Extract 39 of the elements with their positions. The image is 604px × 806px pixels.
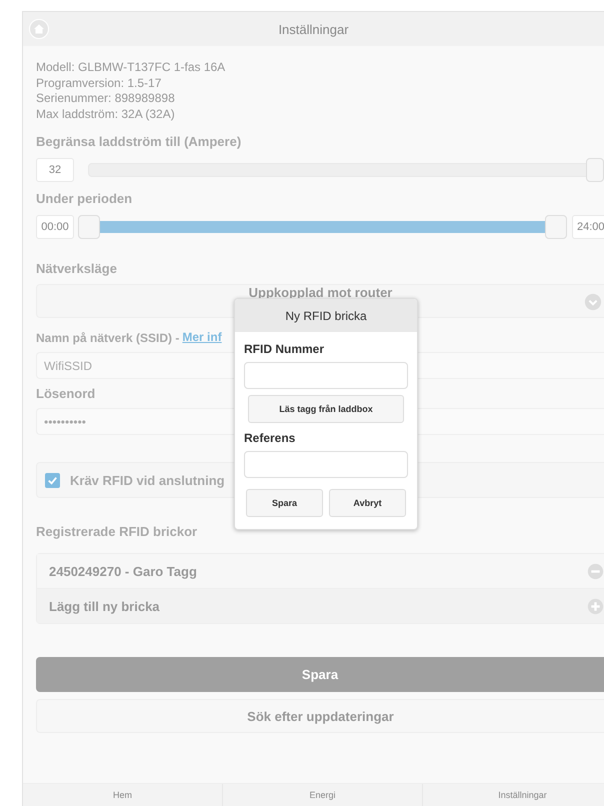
device-info-line: Programversion: 1.5-17 [36, 76, 162, 91]
field-label: Namn på nätverk (SSID) - [36, 330, 180, 346]
home-icon[interactable] [29, 19, 49, 39]
update-button[interactable]: Sök efter uppdateringar [36, 699, 604, 733]
field-label: Lösenord [36, 386, 96, 402]
slider-thumb[interactable] [545, 215, 567, 239]
slider-thumb[interactable] [78, 215, 100, 239]
start-time-input[interactable]: 00:00 [36, 215, 74, 239]
list-item-text: Lägg till ny bricka [49, 598, 160, 614]
end-time-input[interactable]: 24:00 [572, 215, 604, 239]
amp-input[interactable]: 32 [36, 158, 74, 182]
page-title: Inställningar [278, 22, 349, 36]
section-label: Registrerade RFID brickor [36, 524, 198, 540]
plus-icon[interactable] [587, 598, 604, 614]
checkbox-label: Kräv RFID vid anslutning [70, 472, 225, 488]
checkbox[interactable] [45, 472, 60, 488]
device-info-line: Serienummer: 898989898 [36, 91, 176, 106]
device-info-line: Modell: GLBMW-T137FC 1-fas 16A [36, 60, 226, 76]
footer-tab[interactable]: Energi [223, 784, 423, 806]
minus-icon[interactable] [587, 562, 604, 580]
list-item[interactable]: Lägg till ny bricka [37, 588, 604, 623]
field-label: Under perioden [36, 191, 132, 207]
save-button[interactable]: Spara [246, 489, 323, 517]
device-info-line: Max laddström: 32A (32A) [36, 106, 176, 122]
field-label: Nätverksläge [36, 261, 117, 277]
footer-tab[interactable]: Inställningar [423, 784, 604, 806]
save-button[interactable]: Spara [36, 657, 604, 692]
field-label: Begränsa laddström till (Ampere) [36, 134, 242, 150]
list-item-text: 2450249270 - Garo Tagg [49, 564, 197, 578]
cancel-button[interactable]: Avbryt [329, 489, 406, 517]
reference-input[interactable] [244, 451, 408, 478]
more-info-link[interactable]: Mer inf [182, 330, 222, 344]
field-label: RFID Nummer [244, 342, 324, 356]
field-label: Referens [244, 431, 296, 445]
rfid-number-input[interactable] [244, 362, 408, 389]
slider-thumb[interactable] [586, 158, 604, 182]
read-tag-button[interactable]: Läs tagg från laddbox [248, 395, 404, 423]
dialog-title: Ny RFID bricka [235, 299, 417, 332]
footer-tab[interactable]: Hem [23, 784, 223, 806]
